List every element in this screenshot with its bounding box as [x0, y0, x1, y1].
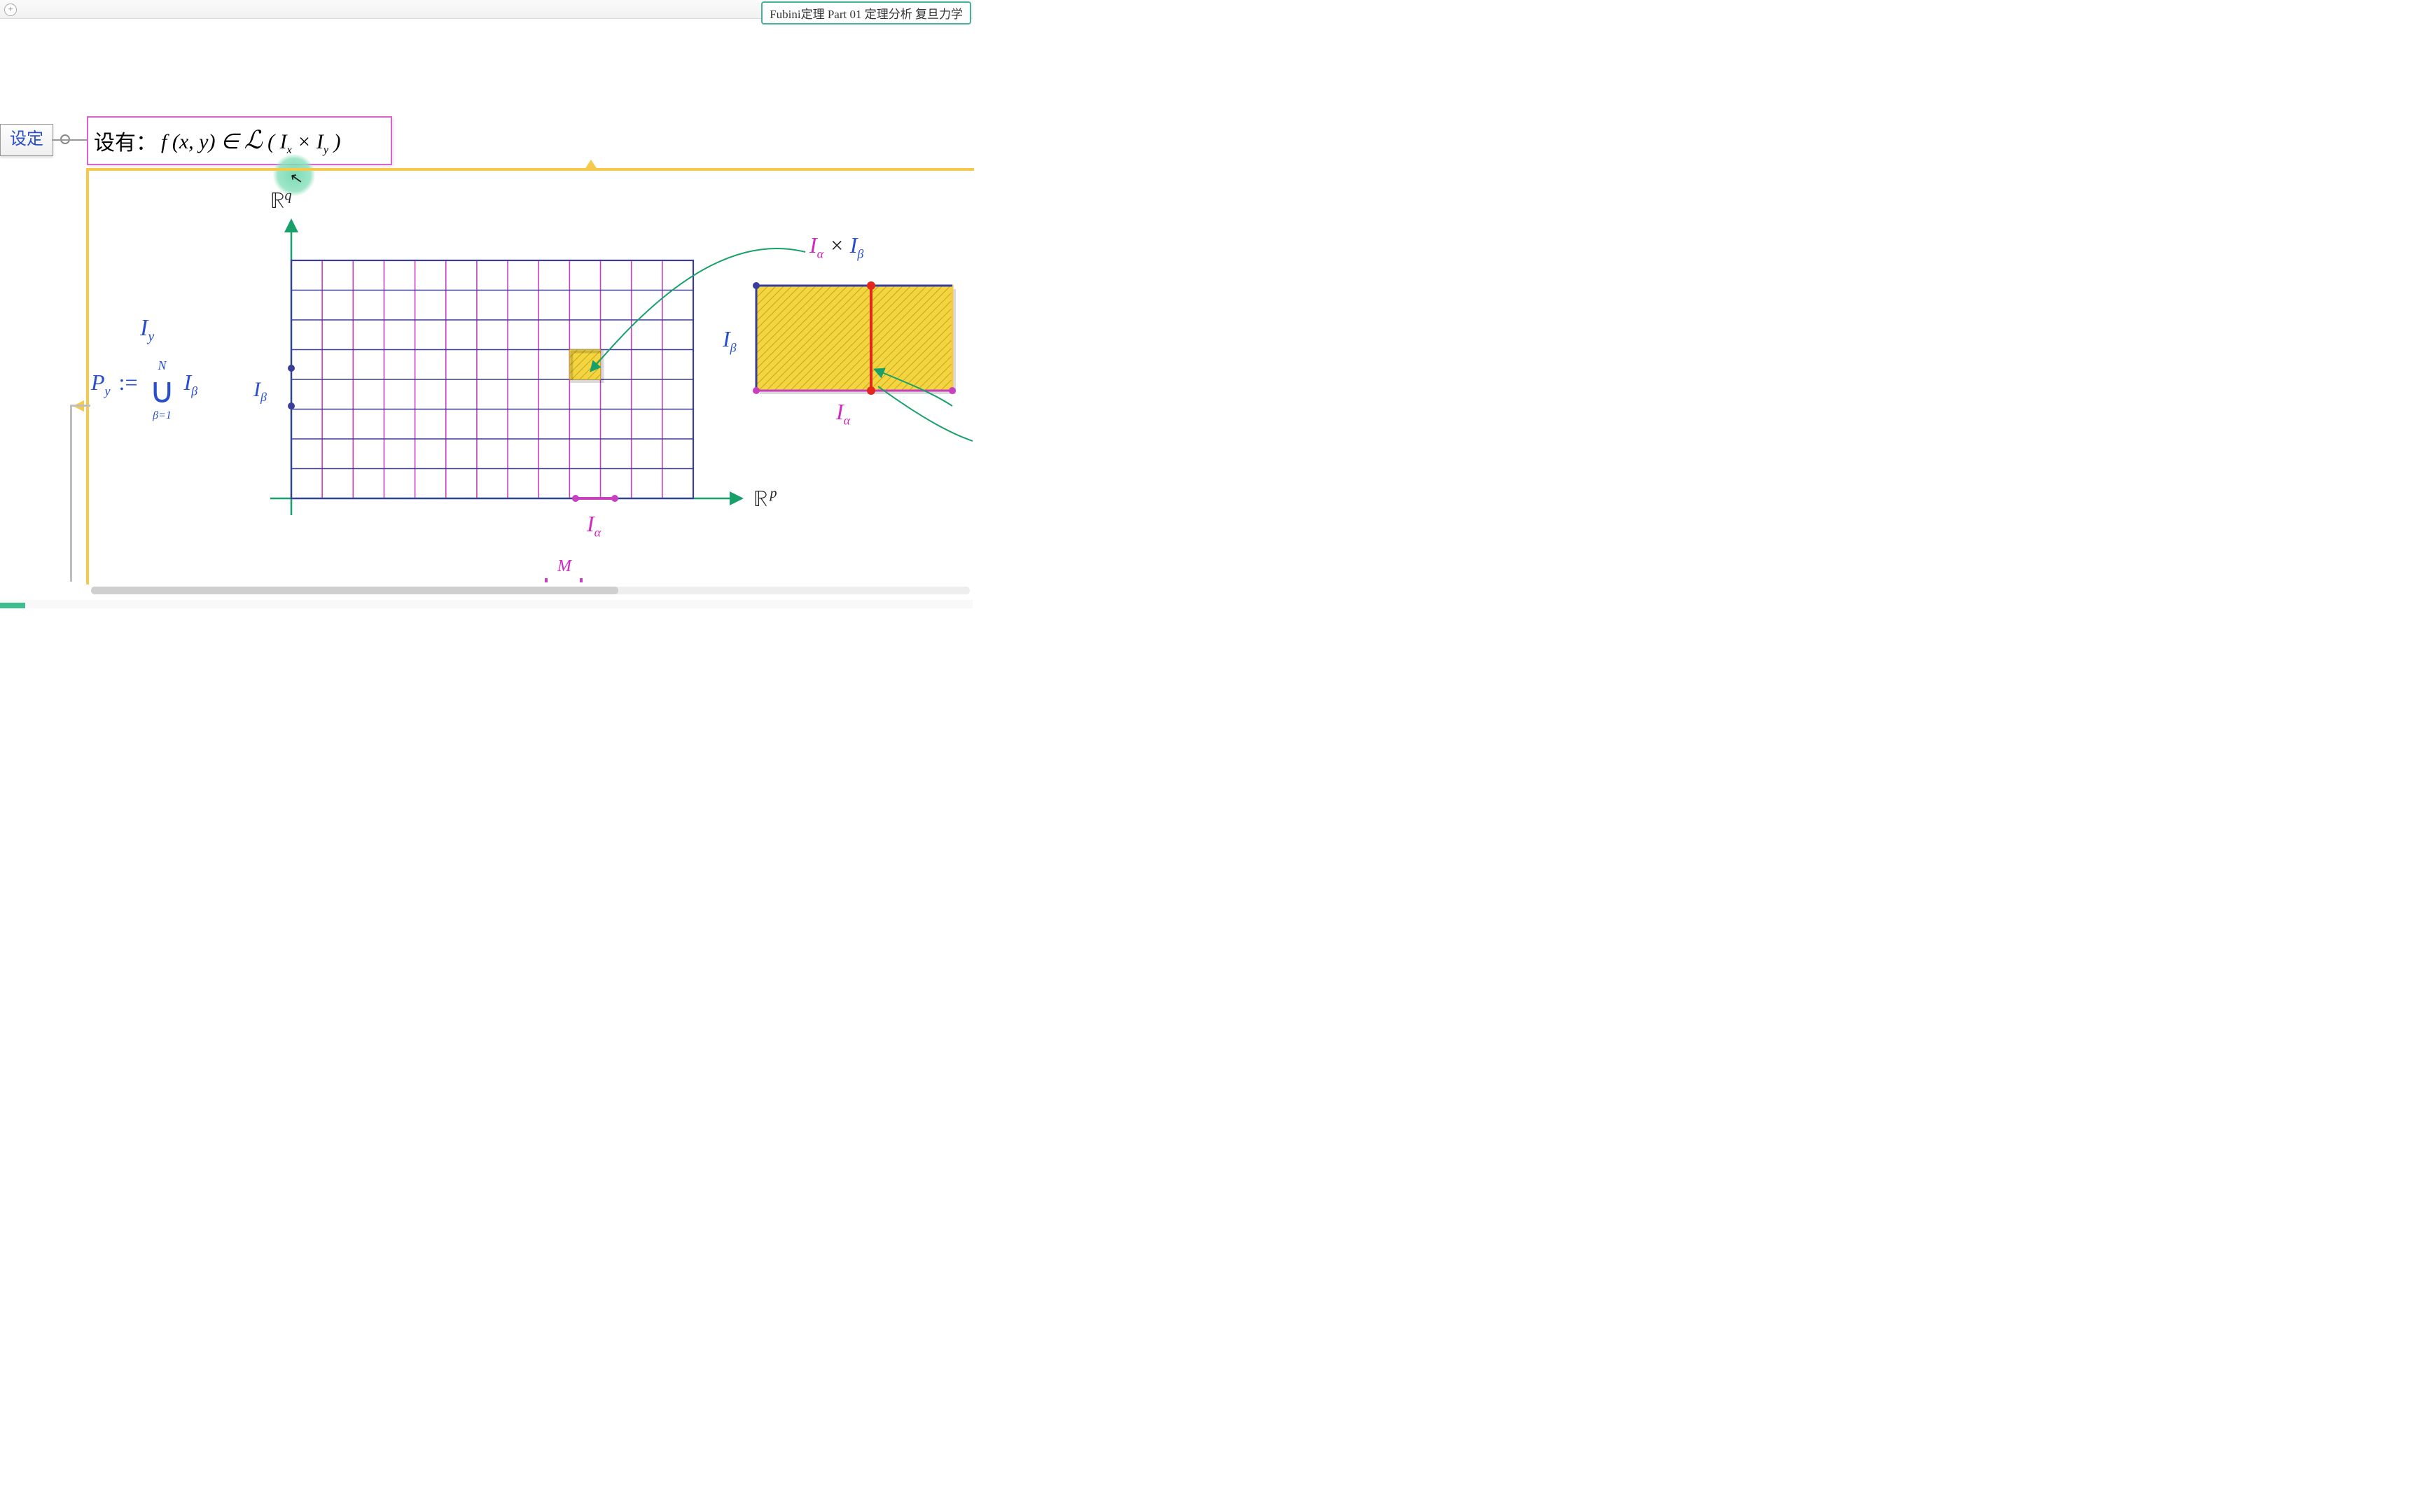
label-IaxIb: Iα × Iβ: [809, 232, 863, 261]
bottom-accent: [0, 603, 25, 608]
scrollbar-thumb[interactable]: [91, 587, 618, 594]
label-Py-definition: Py := N ∪ β=1 Iβ: [91, 371, 197, 406]
label-Rq: ℝq: [270, 188, 291, 215]
main-diagram: [0, 0, 973, 588]
label-Iy: Iy: [140, 315, 154, 345]
label-Rp: ℝp: [753, 486, 777, 513]
label-M-bottom: M: [557, 557, 571, 576]
label-Ialpha-bottom: Iα: [587, 511, 601, 540]
label-Ibeta-left: Iβ: [253, 378, 267, 405]
label-Ialpha-product: Iα: [836, 399, 850, 428]
horizontal-scrollbar[interactable]: [91, 587, 970, 594]
label-Ibeta-right: Iβ: [723, 326, 737, 355]
bottom-bar: [0, 600, 973, 608]
